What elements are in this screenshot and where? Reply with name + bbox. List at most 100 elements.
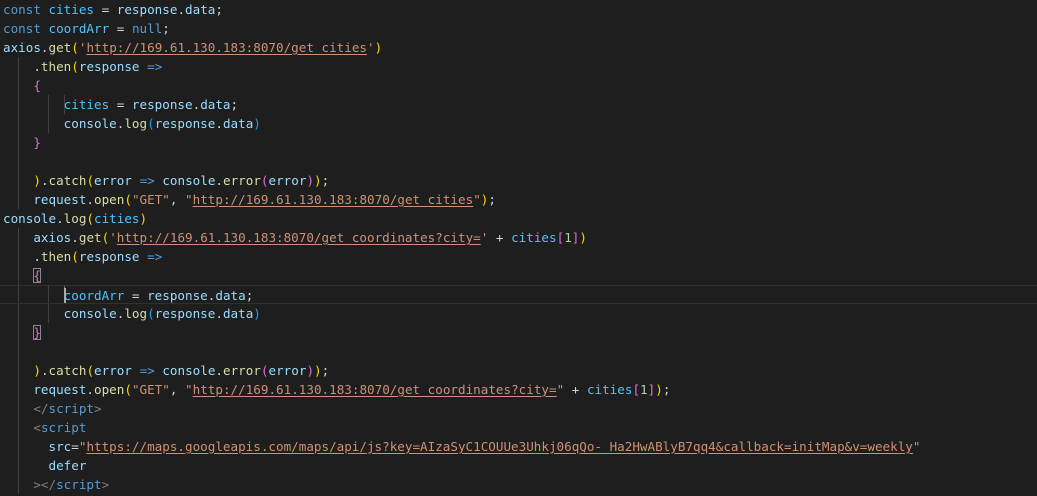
code-line[interactable]: request.open("GET", "http://169.61.130.1… [0,190,1037,209]
code-text: .then(response => [3,247,162,266]
code-token: axios [33,230,72,245]
code-token: get [78,230,102,245]
code-line[interactable]: request.open("GET", "http://169.61.130.1… [0,380,1037,399]
url-link[interactable]: http://169.61.130.183:8070/get_coordinat… [117,230,481,245]
code-token: log [124,306,148,321]
code-token: . [40,363,49,378]
url-link[interactable]: https://maps.googleapis.com/maps/api/js?… [86,439,912,454]
code-line[interactable]: console.log(response.data) [0,304,1037,323]
code-text: coordArr = response.data; [3,286,253,303]
code-token: catch [48,363,87,378]
code-token: data [215,288,246,303]
code-token: ; [321,363,330,378]
code-line[interactable]: } [0,323,1037,342]
code-line[interactable] [0,342,1037,361]
code-token: 1 [640,382,648,397]
code-token: ) [655,382,663,397]
code-line[interactable]: const cities = response.data; [0,0,1037,19]
code-line[interactable]: console.log(response.data) [0,114,1037,133]
code-token: data [200,97,231,112]
code-token: " [185,192,193,207]
code-token: const [3,2,41,17]
code-line[interactable]: { [0,266,1037,285]
code-line[interactable]: const coordArr = null; [0,19,1037,38]
url-link[interactable]: http://169.61.130.183:8070/get_coordinat… [193,382,557,397]
code-token: defer [48,458,87,473]
code-token: ( [71,249,79,264]
code-token: </ [33,401,49,416]
code-token: log [63,211,87,226]
code-token: ' [109,230,117,245]
code-token: get [48,40,72,55]
code-line[interactable]: ></script> [0,475,1037,494]
code-token: 1 [564,230,572,245]
code-token: { [33,268,41,283]
code-token: response [147,288,208,303]
code-token: error [268,363,307,378]
url-link[interactable]: http://169.61.130.183:8070/get_cities [86,40,367,55]
code-line[interactable]: <script [0,418,1037,437]
code-token: error [268,173,307,188]
code-token: ; [162,21,170,36]
code-line[interactable] [0,152,1037,171]
code-line[interactable]: } [0,133,1037,152]
code-line[interactable]: defer [0,456,1037,475]
code-text: cities = response.data; [3,95,238,114]
code-token: then [40,249,72,264]
code-token: . [40,173,49,188]
code-token: coordArr [48,21,110,36]
code-token: => [139,173,155,188]
code-text: { [3,76,41,95]
code-line[interactable]: { [0,76,1037,95]
code-token: console [162,173,216,188]
code-line[interactable]: ).catch(error => console.error(error)); [0,361,1037,380]
code-line[interactable]: coordArr = response.data; [0,285,1037,304]
code-token: " [473,192,481,207]
code-token: . [215,306,223,321]
code-token: ( [86,211,95,226]
code-text: .then(response => [3,57,162,76]
code-line[interactable]: ).catch(error => console.error(error)); [0,171,1037,190]
code-text: ></script> [3,475,109,494]
code-token: ) [253,116,261,131]
code-token: . [215,173,223,188]
code-token: error [223,363,261,378]
code-token: data [222,116,254,131]
code-token: open [94,382,125,397]
code-token: ) [139,211,148,226]
code-line[interactable]: axios.get('http://169.61.130.183:8070/ge… [0,38,1037,57]
url-link[interactable]: http://169.61.130.183:8070/get_cities [193,192,474,207]
code-line[interactable]: src= "https://maps.googleapis.com/maps/ap… [0,437,1037,456]
code-token: data [222,306,254,321]
code-token: response [116,2,178,17]
code-token: ; [662,382,671,397]
code-token: src [48,439,72,454]
code-token: . [215,116,223,131]
code-line[interactable]: .then(response => [0,247,1037,266]
code-token: > [101,477,110,492]
code-editor[interactable]: const cities = response.data; const coord… [0,0,1037,496]
code-token: . [40,40,49,55]
code-token: console [63,306,117,321]
code-token: > [94,401,102,416]
code-line[interactable]: </script> [0,399,1037,418]
code-line[interactable]: axios.get('http://169.61.130.183:8070/ge… [0,228,1037,247]
code-text: src= "https://maps.googleapis.com/maps/ap… [3,437,921,456]
code-token: = [124,288,148,303]
code-token: . [71,230,79,245]
code-line[interactable]: cities = response.data; [0,95,1037,114]
code-line[interactable]: .then(response => [0,57,1037,76]
code-token: ( [124,382,132,397]
code-token: "GET" [131,192,170,207]
code-line[interactable]: console.log(cities) [0,209,1037,228]
code-token: } [33,135,41,150]
